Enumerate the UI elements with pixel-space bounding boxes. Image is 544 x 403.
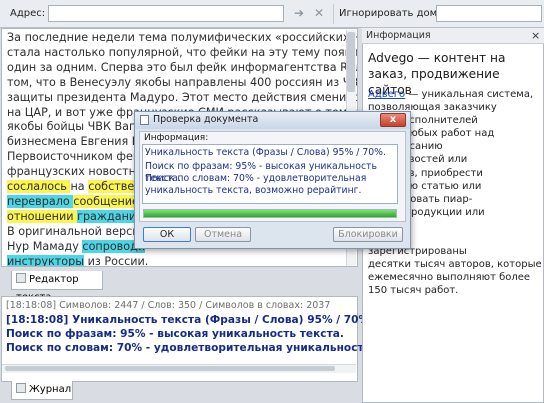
ok-button[interactable]: ОК <box>143 227 191 242</box>
log-line-phrases: Поиск по фразам: 95% - высокая уникально… <box>6 328 344 340</box>
dialog-title: Проверка документа <box>153 114 259 125</box>
dialog-line-words: Поиск по словам: 70% - удовлетворительна… <box>145 173 367 196</box>
dialog-line-uniqueness: Уникальность текста (Фразы / Слова) 95% … <box>145 147 386 158</box>
progress-bar-fill <box>144 210 396 217</box>
editor-word: из России. <box>84 254 149 267</box>
ad-body-line: ежемесячно выполняют более <box>368 272 531 284</box>
editor-word: на <box>70 180 89 194</box>
close-icon[interactable]: × <box>531 29 540 42</box>
dialog-close-button[interactable]: x <box>380 113 406 127</box>
editor-line: один за одним. Сперва это был фейк инфор… <box>7 60 358 74</box>
highlighted-word: инструкторы <box>7 254 85 267</box>
document-icon <box>140 115 149 125</box>
x-icon[interactable]: ✕ <box>312 6 326 21</box>
toolbar-divider <box>333 4 334 24</box>
address-input[interactable] <box>48 5 284 22</box>
editor-line: стала настолько популярной, что фейки на… <box>7 45 358 59</box>
dialog-info-label: Информация: <box>144 133 209 143</box>
ad-body-line: десятки тысяч авторов, которые <box>368 259 542 271</box>
arrow-right-icon[interactable]: ➔ <box>292 6 306 21</box>
editor-line: За последние недели тема полумифических … <box>7 31 358 44</box>
log-meta-line: [18:18:08] Символов: 2447 / Слов: 350 / … <box>6 300 331 311</box>
editor-scrollbar-thumb[interactable] <box>347 32 355 92</box>
highlighted-word: сослалось <box>7 180 71 194</box>
info-panel-title: Информация <box>366 30 431 41</box>
editor-line: защиты президента Мадуро. Этот место дей… <box>7 90 358 104</box>
address-label: Адрес: <box>10 8 46 19</box>
tab-journal-label: Журнал <box>29 384 72 395</box>
log-line-uniqueness: [18:18:08] Уникальность текста (Фразы / … <box>6 314 374 326</box>
highlighted-word: сообщение <box>73 194 143 208</box>
tab-text-editor[interactable]: Редактор текста <box>11 271 103 303</box>
ignore-domains-input[interactable] <box>436 5 542 22</box>
blocks-button[interactable]: Блокировки <box>333 227 403 242</box>
highlighted-word: переврало <box>7 194 74 208</box>
ad-body-line: — уникальная система, <box>405 89 534 100</box>
document-icon <box>16 273 26 283</box>
editor-word: Нур Мамаду <box>7 239 83 253</box>
cancel-button[interactable]: Отмена <box>195 227 251 242</box>
editor-word: В оригинальной версии <box>7 224 147 238</box>
journal-icon <box>16 383 26 393</box>
editor-line: инструкторы из России. <box>7 254 355 267</box>
ad-body-line: 150 тысяч работ. <box>368 285 459 297</box>
highlighted-word: отношении <box>7 209 78 223</box>
tab-journal[interactable]: Журнал <box>11 381 73 400</box>
log-scrollbar-thumb[interactable] <box>5 366 335 371</box>
advego-link[interactable]: Адвего <box>368 89 405 100</box>
editor-line: том, что в Венесуэлу якобы направлены 40… <box>7 75 358 89</box>
